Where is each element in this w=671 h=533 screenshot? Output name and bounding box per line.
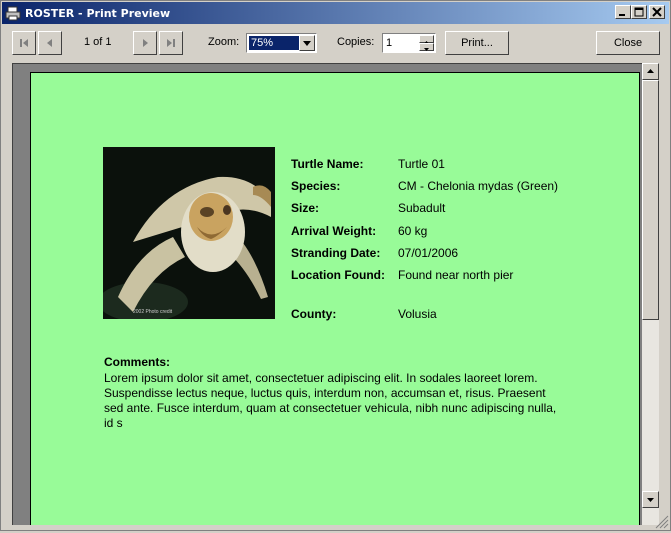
printer-icon <box>5 5 21 21</box>
turtle-photo: 2002 Photo credit <box>103 147 275 319</box>
size-label: Size: <box>291 201 320 215</box>
species-value: CM - Chelonia mydas (Green) <box>398 179 559 193</box>
close-window-button[interactable] <box>649 5 665 19</box>
minimize-icon <box>619 14 625 16</box>
previous-page-button[interactable] <box>38 31 62 55</box>
last-page-button[interactable] <box>159 31 183 55</box>
species-label: Species: <box>291 179 341 193</box>
scroll-thumb[interactable] <box>642 80 659 320</box>
maximize-icon <box>634 7 644 17</box>
stranding-date-label: Stranding Date: <box>291 246 381 260</box>
comments-text: Lorem ipsum dolor sit amet, consectetuer… <box>104 371 557 430</box>
arrow-down-icon <box>647 498 654 502</box>
scroll-down-button[interactable] <box>642 491 659 508</box>
vertical-scrollbar[interactable] <box>642 63 659 525</box>
zoom-label: Zoom: <box>208 36 240 48</box>
title-bar[interactable]: ROSTER - Print Preview <box>2 2 669 24</box>
window-title: ROSTER - Print Preview <box>25 6 171 20</box>
county-value: Volusia <box>398 307 437 321</box>
size-value: Subadult <box>398 201 446 215</box>
resize-grip[interactable] <box>642 508 670 530</box>
page-indicator: 1 of 1 <box>84 36 112 48</box>
spin-down-icon <box>424 48 429 51</box>
zoom-dropdown-button[interactable] <box>299 35 315 51</box>
copies-down-button[interactable] <box>419 43 434 51</box>
turtle-name-value: Turtle 01 <box>398 157 445 171</box>
preview-area[interactable]: 2002 Photo credit Turtle Name: Turtle 01… <box>12 63 642 525</box>
copies-stepper[interactable]: 1 <box>382 33 436 53</box>
photo-caption: 2002 Photo credit <box>133 309 173 315</box>
toolbar: 1 of 1 Zoom: 75% Copies: 1 Print... Clos… <box>2 25 669 61</box>
turtle-name-label: Turtle Name: <box>291 157 364 171</box>
close-icon <box>652 7 662 17</box>
location-found-label: Location Found: <box>291 268 385 282</box>
first-page-icon <box>20 39 28 47</box>
preview-page: 2002 Photo credit Turtle Name: Turtle 01… <box>30 72 640 525</box>
turtle-photo-image: 2002 Photo credit <box>103 147 275 319</box>
county-label: County: <box>291 307 337 321</box>
location-found-value: Found near north pier <box>398 268 514 282</box>
close-button[interactable]: Close <box>596 31 660 55</box>
print-button[interactable]: Print... <box>445 31 509 55</box>
arrival-weight-label: Arrival Weight: <box>291 224 377 238</box>
maximize-button[interactable] <box>631 5 647 19</box>
previous-page-icon <box>47 39 52 47</box>
first-page-button[interactable] <box>12 31 36 55</box>
print-preview-window: ROSTER - Print Preview 1 of 1 Zoom: 75% <box>0 0 671 531</box>
chevron-down-icon <box>303 41 311 46</box>
comments-label: Comments: <box>104 355 171 369</box>
resize-grip-icon <box>655 515 669 529</box>
stranding-date-value: 07/01/2006 <box>398 246 459 260</box>
last-page-icon <box>167 39 175 47</box>
next-page-icon <box>143 39 148 47</box>
zoom-select[interactable]: 75% <box>246 33 317 53</box>
minimize-button[interactable] <box>615 5 631 19</box>
arrival-weight-value: 60 kg <box>398 224 428 238</box>
copies-up-button[interactable] <box>419 35 434 44</box>
scroll-up-button[interactable] <box>642 63 659 80</box>
arrow-up-icon <box>647 69 654 73</box>
copies-label: Copies: <box>337 36 375 48</box>
zoom-value: 75% <box>249 36 299 50</box>
next-page-button[interactable] <box>133 31 157 55</box>
copies-value: 1 <box>386 37 393 49</box>
